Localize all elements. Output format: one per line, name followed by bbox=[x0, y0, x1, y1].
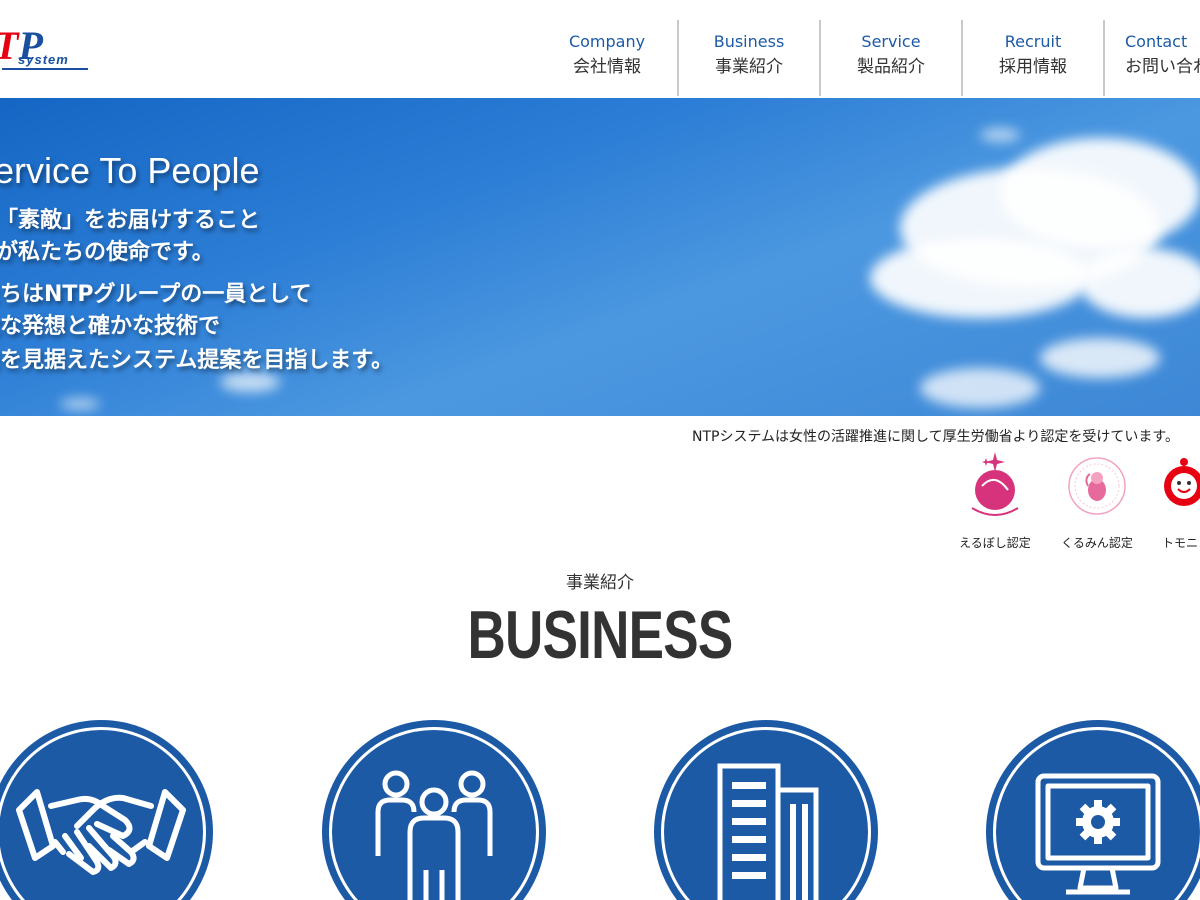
eruboshi-icon bbox=[971, 452, 1019, 516]
people-icon bbox=[375, 770, 493, 900]
nav-label-ja: 製品紹介 bbox=[857, 57, 925, 77]
business-card-partnership[interactable] bbox=[0, 720, 213, 900]
nav-item-contact[interactable]: Contact お問い合わせ bbox=[1105, 20, 1200, 96]
hero-title: Service To People bbox=[0, 150, 260, 191]
hero-banner: Service To People 人々に「素敵」をお届けすること それが私たち… bbox=[0, 98, 1200, 416]
hero-line: それが私たちの使命です。 bbox=[0, 240, 214, 265]
nav-label-en: Business bbox=[713, 32, 785, 51]
cert-tomonin[interactable]: トモニン bbox=[1150, 450, 1200, 551]
nav-label-ja: お問い合わせ bbox=[1125, 57, 1200, 77]
logo-underline bbox=[2, 68, 88, 70]
nav-label-ja: 事業紹介 bbox=[715, 57, 783, 77]
nav-label-en: Recruit bbox=[1004, 32, 1062, 51]
building-icon bbox=[717, 763, 819, 900]
site-logo[interactable]: TP system bbox=[0, 26, 104, 74]
cert-eruboshi[interactable]: えるぼし認定 bbox=[950, 450, 1040, 551]
cloud-shape bbox=[1080, 248, 1200, 318]
nav-item-service[interactable]: Service 製品紹介 bbox=[821, 20, 963, 96]
handshake-icon bbox=[16, 789, 186, 875]
cert-label: くるみん認定 bbox=[1061, 536, 1133, 550]
business-card-company[interactable] bbox=[654, 720, 878, 900]
cloud-shape bbox=[980, 128, 1020, 142]
nav-label-ja: 採用情報 bbox=[999, 57, 1067, 77]
nav-label-en: Company bbox=[568, 32, 646, 51]
business-title: BUSINESS bbox=[467, 597, 734, 673]
nav-label-ja: 会社情報 bbox=[573, 57, 641, 77]
cloud-shape bbox=[920, 368, 1040, 408]
business-card-system[interactable] bbox=[986, 720, 1200, 900]
cloud-shape bbox=[1040, 338, 1160, 378]
hero-line: 私たちはNTPグループの一員として bbox=[0, 282, 312, 307]
logo-wordmark: system bbox=[18, 52, 69, 67]
nav-label-en: Contact bbox=[1125, 32, 1188, 51]
kurumin-icon bbox=[1068, 457, 1126, 515]
hero-line: 柔軟な発想と確かな技術で bbox=[0, 314, 221, 339]
nav-label-en: Service bbox=[861, 32, 921, 51]
tomonin-icon bbox=[1164, 458, 1200, 506]
nav-item-company[interactable]: Company 会社情報 bbox=[537, 20, 679, 96]
certification-text: NTPシステムは女性の活躍推進に関して厚生労働省より認定を受けています。 bbox=[692, 429, 1179, 445]
hero-line: 未来を見据えたシステム提案を目指します。 bbox=[0, 348, 394, 373]
monitor-gear-icon bbox=[1035, 773, 1161, 895]
nav-item-business[interactable]: Business 事業紹介 bbox=[679, 20, 821, 96]
cloud-shape bbox=[870, 238, 1090, 318]
site-header: TP system Company 会社情報 Business 事業紹介 Ser… bbox=[0, 0, 1200, 98]
cert-kurumin[interactable]: くるみん認定 bbox=[1052, 450, 1142, 551]
cloud-shape bbox=[1000, 138, 1200, 248]
cloud-shape bbox=[60, 398, 100, 410]
cloud-shape bbox=[220, 372, 280, 392]
business-card-people[interactable] bbox=[322, 720, 546, 900]
hero-line: 人々に「素敵」をお届けすること bbox=[0, 208, 261, 233]
cert-label: トモニン bbox=[1162, 536, 1200, 550]
business-subtitle: 事業紹介 bbox=[566, 573, 634, 593]
nav-item-recruit[interactable]: Recruit 採用情報 bbox=[963, 20, 1105, 96]
global-nav: Company 会社情報 Business 事業紹介 Service 製品紹介 … bbox=[537, 20, 1200, 96]
cert-label: えるぼし認定 bbox=[959, 536, 1031, 550]
